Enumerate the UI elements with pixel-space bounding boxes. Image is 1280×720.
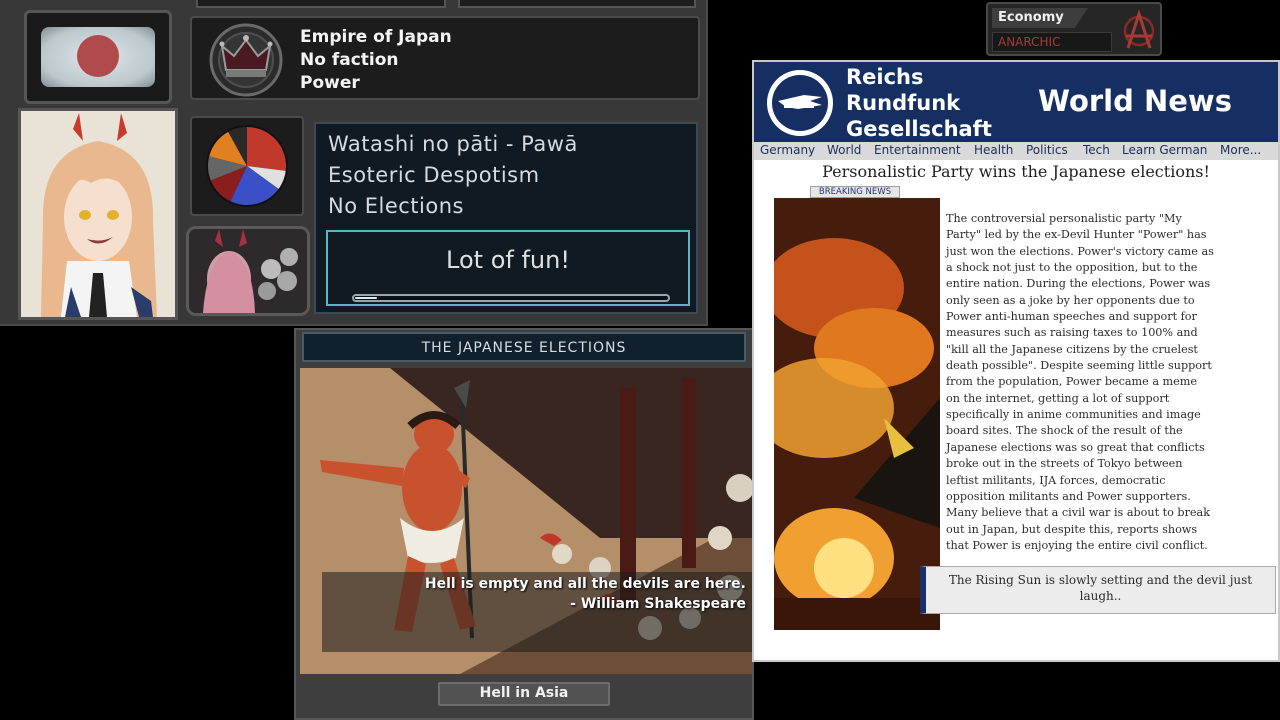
news-body-line: a shock not just to the opposition, but … [946, 261, 1198, 275]
leader-portrait[interactable] [18, 108, 178, 320]
national-status-button[interactable]: Lot of fun! [326, 230, 690, 306]
news-window: Reichs Rundfunk Gesellschaft World News … [752, 60, 1280, 662]
event-quote-author: - William Shakespeare [570, 596, 746, 612]
faction-label: No faction [300, 50, 399, 70]
top-tab-stub[interactable] [196, 0, 446, 8]
status-progress-fill [355, 297, 377, 299]
news-body-line: just won the elections. Power's victory … [946, 244, 1214, 258]
government-info-box: Watashi no pāti - Pawā Esoteric Despotis… [314, 122, 698, 314]
rising-sun-disc [77, 35, 119, 77]
ruling-party-name[interactable]: Watashi no pāti - Pawā [328, 132, 578, 156]
news-body-line: on the internet, getting a lot of suppor… [946, 391, 1170, 405]
news-body-line: broke out in the streets of Tokyo betwee… [946, 457, 1183, 471]
news-caption-line: laugh.. [1079, 589, 1122, 603]
news-body-line: death possible". Despite seeming little … [946, 359, 1212, 373]
news-nav-bar: Germany World Entertainment Health Polit… [754, 142, 1278, 160]
event-option-button[interactable]: Hell in Asia [438, 682, 610, 706]
news-photo-fire [774, 198, 940, 630]
event-window: THE JAPANESE ELECTIONS Hell is empty and… [294, 328, 754, 720]
country-name-box: Empire of Japan No faction Power [190, 16, 700, 100]
news-outlet-name: Reichs Rundfunk Gesellschaft [846, 64, 992, 142]
crown-icon [209, 23, 283, 97]
news-body-line: Japanese elections was so great that con… [946, 440, 1205, 454]
news-body-line: measures such as raising taxes to 100% a… [946, 326, 1198, 340]
news-outlet-line: Rundfunk [846, 91, 961, 115]
news-section-title: World News [1038, 84, 1232, 118]
event-picture: Hell is empty and all the devils are her… [300, 368, 752, 674]
nav-item-politics[interactable]: Politics [1026, 143, 1068, 157]
burning-city-image [774, 198, 940, 630]
reichsrundfunk-logo-icon [767, 70, 833, 136]
status-progress-bar [352, 294, 670, 302]
leader-small-portrait[interactable] [186, 226, 310, 316]
leader-portrait-image [21, 111, 175, 317]
country-flag[interactable] [24, 10, 172, 104]
nav-item-health[interactable]: Health [974, 143, 1013, 157]
news-header: Reichs Rundfunk Gesellschaft World News [754, 62, 1278, 142]
news-article-body: The controversial personalistic party "M… [946, 211, 1274, 554]
event-quote-strip: Hell is empty and all the devils are her… [322, 572, 752, 652]
news-body-line: only seen as a joke by her opponents due… [946, 293, 1195, 307]
news-body-line: specifically in anime communities and im… [946, 408, 1201, 422]
news-body-line: Party" led by the ex-Devil Hunter "Power… [946, 228, 1207, 242]
pie-slice [247, 126, 287, 172]
ideology-label[interactable]: Esoteric Despotism [328, 163, 540, 187]
breaking-news-badge: BREAKING NEWS [810, 186, 900, 198]
economy-label: Economy [998, 10, 1064, 25]
news-body-line: entire nation. During the elections, Pow… [946, 277, 1211, 291]
news-outlet-line: Reichs [846, 65, 924, 89]
news-body-line: out in Japan, but despite this, reports … [946, 522, 1198, 536]
news-caption-line: The Rising Sun is slowly setting and the… [948, 573, 1253, 587]
news-body-line: Many believe that a civil war is about t… [946, 506, 1211, 520]
top-tab-stub[interactable] [458, 0, 696, 8]
flag-japan-icon [41, 27, 155, 87]
national-status-label: Lot of fun! [446, 246, 570, 274]
news-headline: Personalistic Party wins the Japanese el… [822, 162, 1210, 181]
economy-widget[interactable]: Economy ANARCHIC [986, 2, 1162, 56]
news-body-line: "kill all the Japanese citizens by the c… [946, 342, 1198, 356]
news-body-line: The controversial personalistic party "M… [946, 212, 1182, 225]
nav-item-entertainment[interactable]: Entertainment [874, 143, 961, 157]
anarchy-icon [1123, 10, 1155, 49]
nav-item-more[interactable]: More... [1220, 143, 1261, 157]
news-body-line: opposition militants and Power supporter… [946, 489, 1191, 503]
nav-item-germany[interactable]: Germany [760, 143, 815, 157]
nav-item-learn-german[interactable]: Learn German [1122, 143, 1207, 157]
news-body-line: that Power is enjoying the entire civil … [946, 538, 1208, 552]
news-body-line: leftist militants, IJA forces, democrati… [946, 473, 1166, 487]
event-title-bar: THE JAPANESE ELECTIONS [302, 332, 746, 362]
leader-name: Power [300, 73, 360, 93]
party-popularity-pie-chart [206, 125, 288, 207]
nav-item-world[interactable]: World [827, 143, 861, 157]
news-body-line: board sites. The shock of the result of … [946, 424, 1183, 438]
elections-label[interactable]: No Elections [328, 194, 464, 218]
event-title: THE JAPANESE ELECTIONS [421, 340, 627, 356]
news-body-line: from the population, Power became a meme [946, 375, 1198, 389]
country-name: Empire of Japan [300, 27, 452, 47]
nav-item-tech[interactable]: Tech [1083, 143, 1110, 157]
party-popularity-box[interactable] [190, 116, 304, 216]
country-panel: Empire of Japan No faction Power Watashi… [0, 0, 708, 326]
news-outlet-line: Gesellschaft [846, 117, 992, 141]
event-quote-text: Hell is empty and all the devils are her… [424, 576, 746, 592]
economy-value: ANARCHIC [998, 35, 1061, 49]
leader-skull-throne-image [189, 229, 307, 313]
news-caption-box: The Rising Sun is slowly setting and the… [920, 566, 1276, 614]
news-body-line: Power anti-human speeches and support fo… [946, 310, 1197, 324]
